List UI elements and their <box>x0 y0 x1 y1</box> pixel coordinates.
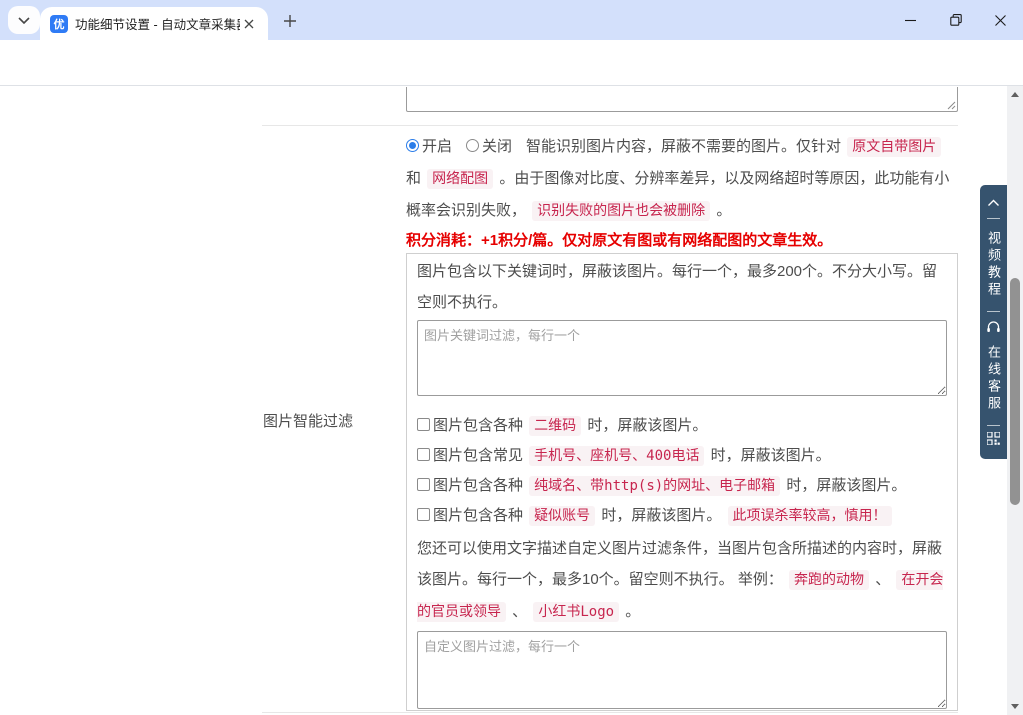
restore-button[interactable] <box>933 0 978 40</box>
window-controls <box>888 0 1023 40</box>
radio-on[interactable] <box>406 139 419 152</box>
checkbox-row-account: 图片包含各种 疑似账号 时，屏蔽该图片。 此项误杀率较高，慎用！ <box>417 501 947 531</box>
text-segment: 时，屏蔽该图片。 <box>583 417 707 434</box>
headset-icon[interactable] <box>986 320 1001 339</box>
scrollbar-thumb[interactable] <box>1010 278 1020 505</box>
text-segment: 、 <box>871 571 894 588</box>
previous-row-textarea[interactable] <box>406 87 958 112</box>
highlighted-term: 二维码 <box>529 416 581 436</box>
qrcode-icon[interactable] <box>987 432 1000 450</box>
text-segment: 。 <box>621 603 640 620</box>
close-icon <box>995 15 1006 26</box>
text-segment: 图片包含各种 <box>433 417 527 434</box>
floating-sidebar: 视频教程 在线客服 <box>980 185 1007 459</box>
checkbox-label: 图片包含各种 二维码 时，屏蔽该图片。 <box>433 417 707 434</box>
tab-search-button[interactable] <box>8 6 40 34</box>
image-filter-panel: 图片包含以下关键词时，屏蔽该图片。每行一个，最多200个。不分大小写。留空则不执… <box>406 253 958 711</box>
custom-filter-description: 您还可以使用文字描述自定义图片过滤条件，当图片包含所描述的内容时，屏蔽该图片。每… <box>417 533 947 628</box>
collapse-up-icon[interactable] <box>987 194 1000 212</box>
video-tutorial-button[interactable]: 视频教程 <box>984 231 1003 299</box>
highlighted-term: 此项误杀率较高，慎用！ <box>728 506 892 526</box>
url-email-checkbox[interactable] <box>417 478 430 491</box>
row-divider-bottom <box>262 712 958 713</box>
smart-filter-intro: 开启关闭智能识别图片内容，屏蔽不需要的图片。仅针对 原文自带图片 和 网络配图 … <box>406 131 959 227</box>
browser-toolbar: ucaiyun.com/caiji/settings/ 井 <box>0 40 1023 86</box>
tab-title: 功能细节设置 - 自动文章采集器 <box>75 14 240 33</box>
text-segment: 。 <box>712 202 731 219</box>
minimize-icon <box>905 15 916 26</box>
tab-strip: 优 功能细节设置 - 自动文章采集器 <box>0 0 1023 40</box>
checkbox-label: 图片包含常见 手机号、座机号、400电话 时，屏蔽该图片。 <box>433 447 831 464</box>
close-icon <box>244 19 254 29</box>
highlighted-term: 奔跑的动物 <box>789 570 869 590</box>
widget-divider <box>987 311 1000 312</box>
phone-checkbox[interactable] <box>417 448 430 461</box>
text-segment: 图片包含常见 <box>433 447 527 464</box>
online-service-button[interactable]: 在线客服 <box>984 345 1003 413</box>
plus-icon <box>283 14 297 28</box>
text-segment: 、 <box>508 603 531 620</box>
highlighted-term: 纯域名、带http(s)的网址、电子邮箱 <box>529 476 780 496</box>
widget-divider <box>987 425 1000 426</box>
highlighted-term: 识别失败的图片也会被删除 <box>532 201 710 221</box>
resize-grip-icon <box>947 101 956 110</box>
scroll-up-arrow[interactable] <box>1011 92 1019 97</box>
row-label-image-smart-filter: 图片智能过滤 <box>263 406 353 437</box>
page-content: 开启关闭智能识别图片内容，屏蔽不需要的图片。仅针对 原文自带图片 和 网络配图 … <box>0 86 1023 715</box>
restore-icon <box>950 14 962 26</box>
cost-note: 积分消耗：+1积分/篇。仅对原文有图或有网络配图的文章生效。 <box>406 225 959 256</box>
text-segment: 时，屏蔽该图片。 <box>597 507 725 524</box>
radio-off[interactable] <box>466 139 479 152</box>
qrcode-checkbox[interactable] <box>417 418 430 431</box>
new-tab-button[interactable] <box>278 9 302 33</box>
site-favicon: 优 <box>50 15 68 33</box>
highlighted-term: 小红书Logo <box>533 602 619 622</box>
text-segment: 图片包含各种 <box>433 477 527 494</box>
close-window-button[interactable] <box>978 0 1023 40</box>
radio-off-label[interactable]: 关闭 <box>482 138 512 155</box>
text-segment: 智能识别图片内容，屏蔽不需要的图片。仅针对 <box>526 138 845 155</box>
text-segment: 时，屏蔽该图片。 <box>706 447 830 464</box>
text-segment: 和 <box>406 170 425 187</box>
highlighted-term: 网络配图 <box>427 169 493 189</box>
scroll-down-arrow[interactable] <box>1011 704 1019 709</box>
account-checkbox[interactable] <box>417 508 430 521</box>
highlighted-term: 原文自带图片 <box>847 137 941 157</box>
highlighted-term: 手机号、座机号、400电话 <box>529 446 704 466</box>
radio-on-label[interactable]: 开启 <box>422 138 452 155</box>
highlighted-term: 疑似账号 <box>529 506 595 526</box>
checkbox-row-qrcode: 图片包含各种 二维码 时，屏蔽该图片。 <box>417 411 947 441</box>
widget-divider <box>987 218 1000 219</box>
checkbox-row-phone: 图片包含常见 手机号、座机号、400电话 时，屏蔽该图片。 <box>417 441 947 471</box>
tab-close-button[interactable] <box>240 15 258 33</box>
browser-window: 优 功能细节设置 - 自动文章采集器 <box>0 0 1023 715</box>
row-divider <box>262 125 958 126</box>
text-segment: 图片包含各种 <box>433 507 527 524</box>
keyword-filter-textarea[interactable] <box>417 320 947 396</box>
checkbox-label: 图片包含各种 纯域名、带http(s)的网址、电子邮箱 时，屏蔽该图片。 <box>433 477 906 494</box>
checkbox-label: 图片包含各种 疑似账号 时，屏蔽该图片。 此项误杀率较高，慎用！ <box>433 507 894 524</box>
active-tab[interactable]: 优 功能细节设置 - 自动文章采集器 <box>40 7 268 40</box>
page-scrollbar[interactable] <box>1007 86 1023 715</box>
chevron-down-icon <box>18 11 30 29</box>
minimize-button[interactable] <box>888 0 933 40</box>
checkbox-row-url-email: 图片包含各种 纯域名、带http(s)的网址、电子邮箱 时，屏蔽该图片。 <box>417 471 947 501</box>
text-segment: 时，屏蔽该图片。 <box>782 477 906 494</box>
checkbox-list: 图片包含各种 二维码 时，屏蔽该图片。 图片包含常见 手机号、座机号、400电话… <box>417 411 947 531</box>
custom-filter-textarea[interactable] <box>417 631 947 709</box>
keyword-filter-hint: 图片包含以下关键词时，屏蔽该图片。每行一个，最多200个。不分大小写。留空则不执… <box>417 256 947 318</box>
